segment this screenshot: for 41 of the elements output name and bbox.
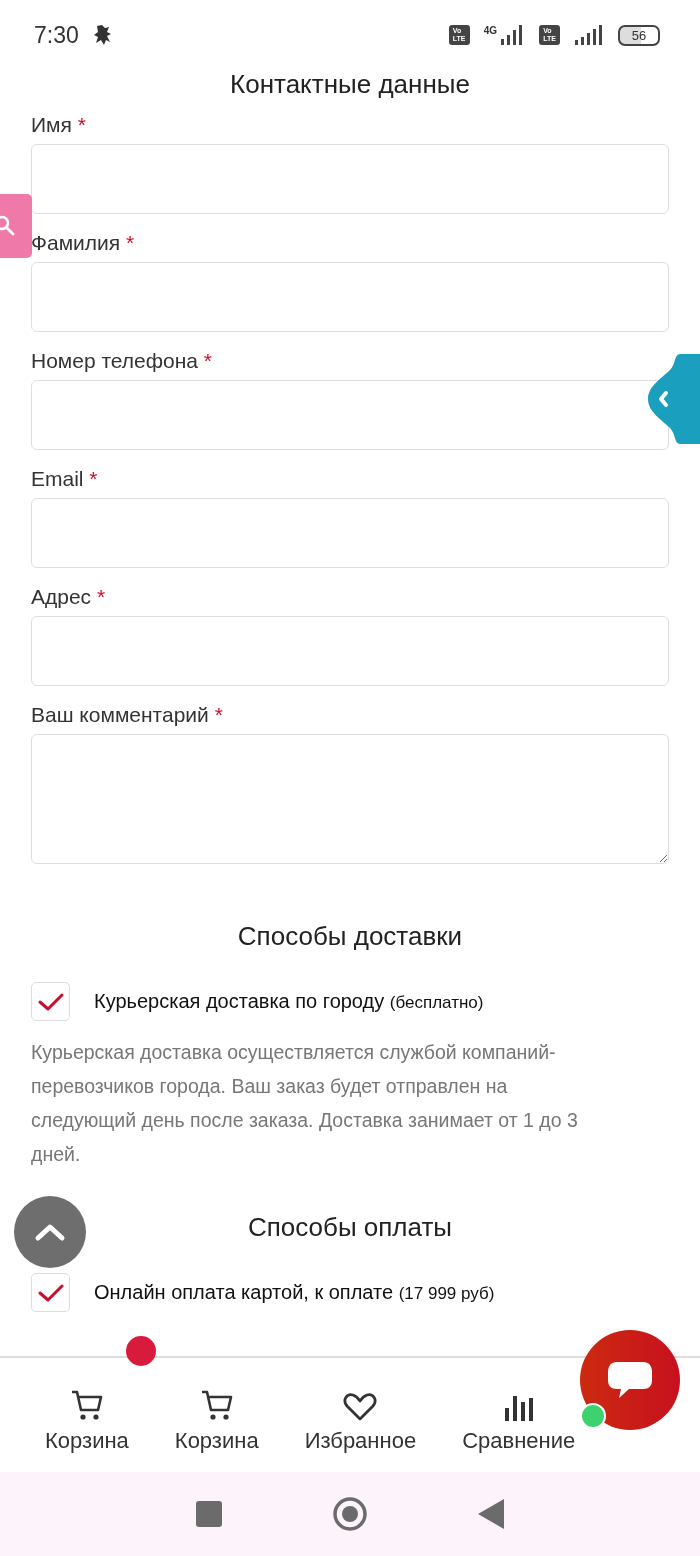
input-field[interactable] — [31, 144, 669, 214]
field-label: Имя * — [31, 112, 87, 138]
option-label: Онлайн оплата картой, к оплате (17 999 руб) — [94, 1281, 495, 1304]
side-panel-tab[interactable] — [648, 354, 700, 444]
check-icon — [37, 1282, 64, 1303]
home-icon[interactable] — [332, 1496, 368, 1532]
signal-icon — [499, 25, 525, 45]
status-time: 7:30 — [34, 21, 79, 49]
input-field[interactable] — [31, 262, 669, 332]
nav-item[interactable]: Сравнение — [462, 1390, 576, 1454]
search-tab[interactable] — [0, 194, 32, 258]
section-title: Контактные данные — [230, 68, 470, 101]
field-label: Ваш комментарий * — [31, 702, 224, 728]
field-label: Адрес * — [31, 584, 107, 610]
chevron-up-icon — [34, 1222, 66, 1242]
checkbox[interactable] — [31, 1273, 70, 1312]
speech-bubble-icon — [607, 1360, 653, 1400]
search-icon — [0, 214, 16, 238]
input-field[interactable] — [31, 498, 669, 568]
network-type: 4G — [483, 25, 497, 36]
nav-item[interactable]: Корзина — [174, 1388, 259, 1454]
nav-item[interactable]: Корзина — [45, 1388, 129, 1454]
nav-item[interactable]: Избранное — [304, 1392, 417, 1454]
check-icon — [37, 991, 64, 1012]
delivery-description: Курьерская доставка осуществляется службой компаний-перевозчиков города. Ваш заказ будет отправлен на следующий день после заказа. Доставка занимает от 1 до 3 дней. — [31, 1040, 579, 1167]
comment-field[interactable] — [31, 734, 669, 864]
cart-icon — [199, 1388, 234, 1422]
field-label: Номер телефона * — [31, 348, 214, 374]
input-field[interactable] — [31, 380, 669, 450]
field-label: Фамилия * — [31, 230, 136, 256]
section-title: Способы доставки — [237, 920, 463, 953]
back-icon[interactable] — [478, 1499, 504, 1529]
heart-icon — [343, 1392, 378, 1422]
battery-indicator: 56 — [618, 24, 660, 46]
section-title: Способы оплаты — [247, 1211, 453, 1244]
option-label: Курьерская доставка по городу (бесплатно) — [94, 990, 484, 1013]
field-label: Email * — [31, 466, 99, 492]
checkbox[interactable] — [31, 982, 70, 1021]
signal-icon — [574, 25, 604, 45]
input-field[interactable] — [31, 616, 669, 686]
cart-icon — [69, 1388, 104, 1422]
